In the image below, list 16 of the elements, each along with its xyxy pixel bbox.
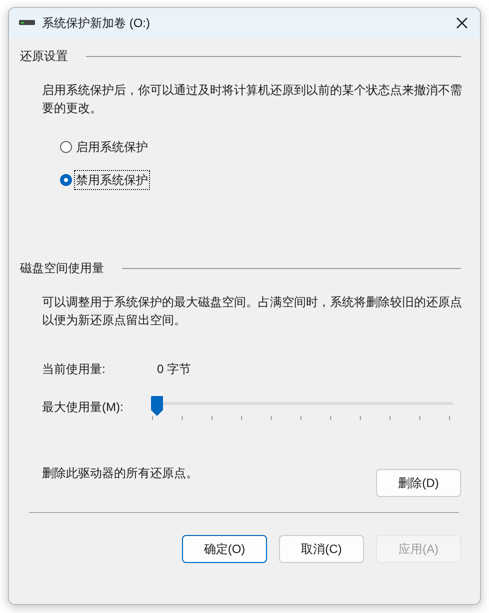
close-icon[interactable] <box>456 17 468 29</box>
delete-button[interactable]: 删除(D) <box>376 469 461 497</box>
description-text: 启用系统保护后，你可以通过及时将计算机还原到以前的某个状态点来撤消不需要的更改。 <box>42 82 463 117</box>
drive-icon <box>19 20 35 26</box>
group-heading: 磁盘空间使用量 <box>20 260 104 276</box>
radio-option[interactable]: 启用系统保护 <box>60 137 150 157</box>
description-text: 删除此驱动器的所有还原点。 <box>42 465 198 481</box>
usage-value: 0 字节 <box>157 361 192 377</box>
dialog-button[interactable]: 取消(C) <box>279 535 364 563</box>
field-label: 当前使用量: <box>42 361 106 377</box>
field-label: 最大使用量(M): <box>42 399 124 415</box>
slider-thumb[interactable] <box>151 396 163 416</box>
group-heading: 还原设置 <box>20 48 68 64</box>
dialog-button[interactable]: 确定(O) <box>182 535 267 563</box>
window-title: 系统保护新加卷 (O:) <box>42 15 150 31</box>
description-text: 可以调整用于系统保护的最大磁盘空间。占满空间时，系统将删除较旧的还原点以便为新还原点留出空间。 <box>42 294 463 329</box>
